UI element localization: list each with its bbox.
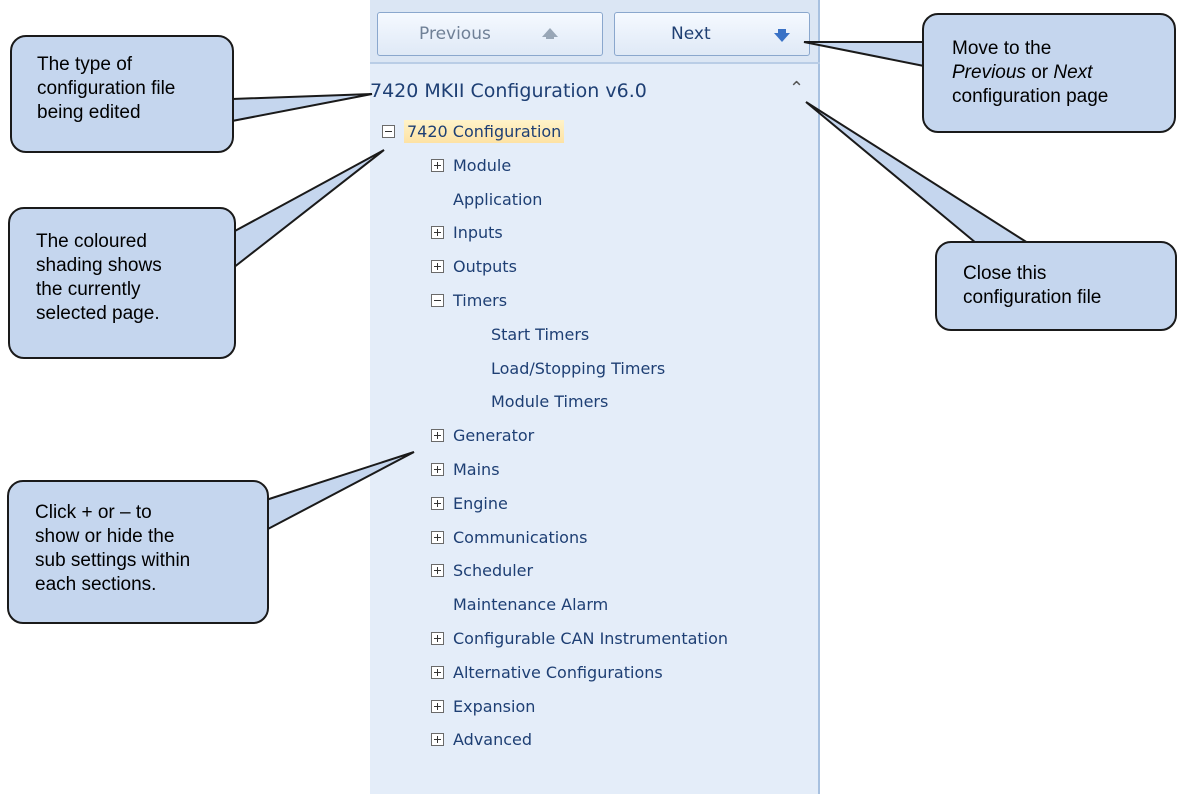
callout-prev-next-line: Move to the	[952, 38, 1052, 59]
callout-shading-line: the currently	[36, 279, 141, 300]
callout-shading-line: shading shows	[36, 255, 162, 276]
callout-close-line: configuration file	[963, 287, 1102, 308]
callout-next-word: Next	[1053, 62, 1093, 83]
callout-or-word: or	[1025, 62, 1054, 83]
callout-prev-next-line: configuration page	[952, 86, 1109, 107]
callout-expand-line: Click + or – to	[35, 502, 152, 523]
callout-shading-line: The coloured	[36, 231, 147, 252]
callout-expand-line: each sections.	[35, 574, 157, 595]
callout-file-type-line: The type of	[37, 54, 133, 75]
callout-expand-line: show or hide the	[35, 526, 175, 547]
callout-file-type-line: configuration file	[37, 78, 176, 99]
callout-shading-line: selected page.	[36, 303, 160, 324]
callout-file-type-line: being edited	[37, 102, 141, 123]
callout-close-line: Close this	[963, 263, 1047, 284]
file-type-pointer	[231, 93, 373, 123]
callout-file-type: The type of configuration file being edi…	[10, 35, 234, 153]
shading-pointer	[232, 149, 385, 271]
callout-prev-word: Previous	[952, 62, 1026, 83]
prev-next-pointer	[803, 41, 925, 68]
callout-prev-next: Move to the Previous or Next configurati…	[922, 13, 1176, 133]
expand-pointer	[265, 451, 415, 532]
callout-prev-next-line: Previous or Next	[952, 62, 1092, 84]
callout-close: Close this configuration file	[935, 241, 1177, 331]
callout-expand: Click + or – to show or hide the sub set…	[7, 480, 269, 624]
callout-expand-line: sub settings within	[35, 550, 191, 571]
callout-shading: The coloured shading shows the currently…	[8, 207, 236, 359]
